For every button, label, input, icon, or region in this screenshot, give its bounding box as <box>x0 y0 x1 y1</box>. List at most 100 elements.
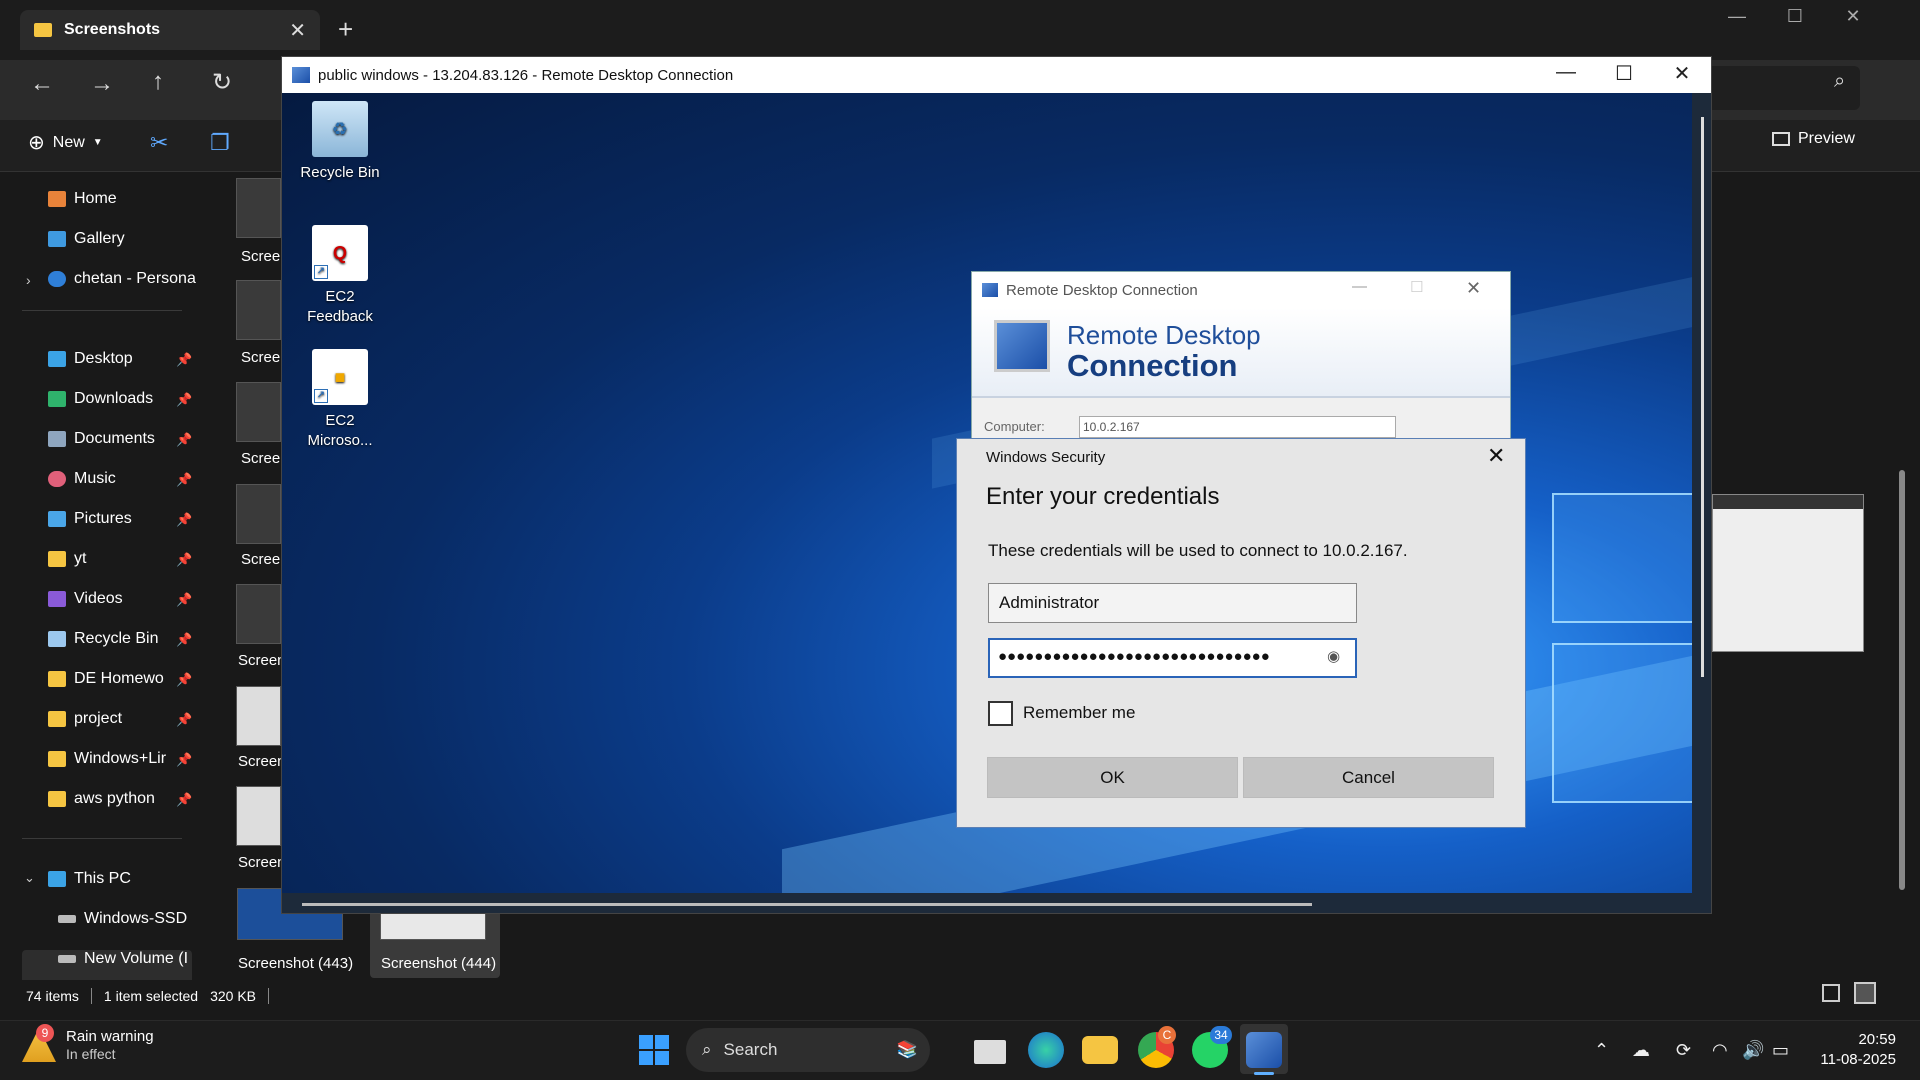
desktop-icon-ec2-microsoft[interactable]: ■ ↗ EC2 Microso... <box>290 349 390 451</box>
close-icon[interactable]: ✕ <box>1487 443 1505 469</box>
minimize-icon[interactable]: — <box>1352 278 1367 295</box>
sidebar-item-pictures[interactable]: Pictures <box>48 510 196 528</box>
remote-desktop-logo-icon <box>994 320 1050 372</box>
pin-icon[interactable]: 📌 <box>176 672 192 688</box>
minimize-icon[interactable]: — <box>1546 61 1586 84</box>
desktop-icon-label: EC2 <box>325 412 355 429</box>
task-view-icon[interactable] <box>974 1040 1006 1064</box>
sidebar-label: Pictures <box>74 510 132 527</box>
pin-icon[interactable]: 📌 <box>176 352 192 368</box>
file-thumbnail[interactable] <box>236 484 281 544</box>
sidebar-item-this-pc[interactable]: This PC <box>48 870 196 888</box>
pin-icon[interactable]: 📌 <box>176 792 192 808</box>
start-windows-icon[interactable] <box>636 1032 672 1068</box>
search-icon[interactable]: ⌕ <box>1834 70 1845 93</box>
forward-arrow-icon[interactable]: → <box>90 70 114 98</box>
refresh-icon[interactable]: ↻ <box>212 68 232 97</box>
file-thumbnail[interactable] <box>236 584 281 644</box>
preview-thumbnail <box>1712 494 1864 652</box>
cancel-button[interactable]: Cancel <box>1243 757 1494 798</box>
sidebar-item-documents[interactable]: Documents <box>48 430 196 448</box>
wifi-icon[interactable]: ◠ <box>1712 1040 1728 1061</box>
pin-icon[interactable]: 📌 <box>176 552 192 568</box>
file-explorer-icon[interactable] <box>1082 1036 1118 1064</box>
sidebar-item-windows-linux[interactable]: Windows+Lir <box>48 750 196 768</box>
file-thumbnail[interactable] <box>236 178 281 238</box>
pin-icon[interactable]: 📌 <box>176 712 192 728</box>
onedrive-error-icon[interactable]: ☁ <box>1632 1040 1650 1061</box>
pin-icon[interactable]: 📌 <box>176 512 192 528</box>
rdp-vertical-scrollbar[interactable] <box>1701 117 1704 677</box>
preview-button[interactable]: Preview <box>1772 130 1855 148</box>
pin-icon[interactable]: 📌 <box>176 592 192 608</box>
back-arrow-icon[interactable]: ← <box>30 70 54 98</box>
sidebar-item-home[interactable]: Home <box>48 190 196 208</box>
taskbar-search[interactable]: ⌕ Search 📚 <box>686 1028 930 1072</box>
show-hidden-icons-chevron-icon[interactable]: ⌃ <box>1594 1040 1609 1061</box>
maximize-icon[interactable]: ☐ <box>1766 6 1824 27</box>
computer-field[interactable]: 10.0.2.167 <box>1079 416 1396 438</box>
close-icon[interactable]: ✕ <box>1466 278 1481 299</box>
pin-icon[interactable]: 📌 <box>176 472 192 488</box>
sidebar-item-aws-python[interactable]: aws python <box>48 790 196 808</box>
new-tab-button[interactable]: + <box>338 14 353 45</box>
ok-button[interactable]: OK <box>987 757 1238 798</box>
remote-desktop-icon <box>292 67 310 83</box>
reveal-password-eye-icon[interactable]: ◉ <box>1327 647 1340 665</box>
file-thumbnail[interactable] <box>236 382 281 442</box>
sidebar-item-desktop[interactable]: Desktop <box>48 350 196 368</box>
volume-icon[interactable]: 🔊 <box>1742 1040 1764 1061</box>
username-field[interactable]: Administrator <box>988 583 1357 623</box>
rdp-horizontal-scrollbar[interactable] <box>302 903 1312 906</box>
cut-icon[interactable]: ✂ <box>150 130 168 156</box>
sidebar-item-new-volume[interactable]: New Volume (I <box>58 950 198 968</box>
password-field[interactable]: ●●●●●●●●●●●●●●●●●●●●●●●●●●●●●● <box>988 638 1357 678</box>
new-button[interactable]: ⊕ New ▼ <box>28 130 103 155</box>
clock-time: 20:59 <box>1858 1031 1896 1048</box>
sidebar-item-music[interactable]: Music <box>48 470 196 488</box>
close-icon[interactable]: ✕ <box>1824 6 1882 27</box>
rdc-title-bar[interactable]: Remote Desktop Connection — ☐ ✕ <box>972 272 1510 308</box>
system-clock[interactable]: 20:59 11-08-2025 <box>1816 1030 1896 1070</box>
pin-icon[interactable]: 📌 <box>176 752 192 768</box>
sidebar-item-onedrive[interactable]: chetan - Persona <box>48 270 196 288</box>
minimize-icon[interactable]: — <box>1708 6 1766 27</box>
sidebar-item-recycle-bin[interactable]: Recycle Bin <box>48 630 196 648</box>
weather-widget[interactable]: 9 Rain warning In effect <box>22 1024 154 1062</box>
close-icon[interactable]: ✕ <box>1662 61 1702 86</box>
file-thumbnail[interactable] <box>236 786 281 846</box>
details-view-icon[interactable] <box>1822 984 1840 1002</box>
remember-me-checkbox[interactable] <box>988 701 1013 726</box>
file-thumbnail[interactable] <box>236 280 281 340</box>
up-arrow-icon[interactable]: ↑ <box>152 68 164 96</box>
sidebar-item-yt[interactable]: yt <box>48 550 196 568</box>
desktop-icon-recycle-bin[interactable]: ♻ Recycle Bin <box>290 101 390 183</box>
sidebar-item-downloads[interactable]: Downloads <box>48 390 196 408</box>
close-tab-icon[interactable]: ✕ <box>289 18 306 43</box>
maximize-icon[interactable]: ☐ <box>1604 61 1644 86</box>
remote-desktop-taskbar-icon[interactable] <box>1246 1032 1282 1068</box>
sidebar-item-videos[interactable]: Videos <box>48 590 196 608</box>
battery-icon[interactable]: ▭ <box>1772 1040 1789 1061</box>
sidebar-item-de-homework[interactable]: DE Homewo <box>48 670 196 688</box>
chevron-down-icon[interactable]: ⌄ <box>24 870 35 886</box>
sync-icon[interactable]: ⟳ <box>1676 1040 1691 1061</box>
file-label: Screen <box>238 652 286 669</box>
explorer-scrollbar[interactable] <box>1896 110 1906 1010</box>
edge-browser-icon[interactable] <box>1028 1032 1064 1068</box>
scroll-thumb[interactable] <box>1899 470 1905 890</box>
sidebar-item-gallery[interactable]: Gallery <box>48 230 196 248</box>
sidebar-item-windows-ssd[interactable]: Windows-SSD <box>58 910 198 928</box>
desktop-icon-ec2-feedback[interactable]: Q ↗ EC2 Feedback <box>290 225 390 327</box>
rdp-title-bar[interactable]: public windows - 13.204.83.126 - Remote … <box>282 57 1711 93</box>
pin-icon[interactable]: 📌 <box>176 632 192 648</box>
desktop-icon <box>48 351 66 367</box>
sidebar-item-project[interactable]: project <box>48 710 196 728</box>
pin-icon[interactable]: 📌 <box>176 432 192 448</box>
tab-screenshots[interactable]: Screenshots ✕ <box>20 10 320 50</box>
tiles-view-icon[interactable] <box>1854 982 1876 1004</box>
copy-icon[interactable]: ❐ <box>210 130 230 156</box>
file-thumbnail[interactable] <box>236 686 281 746</box>
chevron-right-icon[interactable]: › <box>26 272 31 288</box>
pin-icon[interactable]: 📌 <box>176 392 192 408</box>
